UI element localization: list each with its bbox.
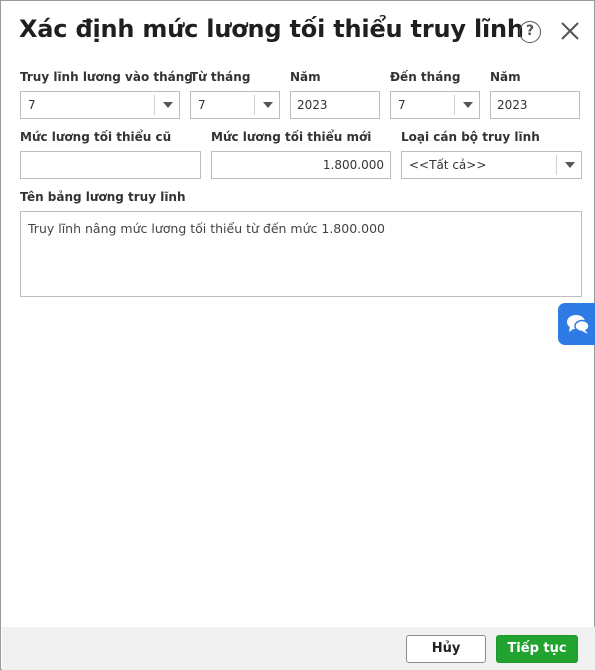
close-icon[interactable] [558,19,582,43]
staff-type-label: Loại cán bộ truy lĩnh [401,130,540,144]
to-month-select[interactable]: 7 [390,91,480,119]
to-year-label: Năm [490,70,521,84]
chat-widget-button[interactable] [558,303,595,345]
chevron-down-icon[interactable] [454,95,479,115]
from-year-label: Năm [290,70,321,84]
to-month-value: 7 [398,98,406,112]
staff-type-select[interactable]: <<Tất cả>> [401,151,582,179]
to-year-input[interactable]: 2023 [490,91,580,119]
table-name-textarea[interactable]: Truy lĩnh nâng mức lương tối thiểu từ đế… [20,211,582,297]
to-month-label: Đến tháng [390,70,461,84]
new-min-salary-label: Mức lương tối thiểu mới [211,130,372,144]
from-month-select[interactable]: 7 [190,91,280,119]
pay-month-label: Truy lĩnh lương vào tháng [20,70,193,84]
dialog: Xác định mức lương tối thiểu truy lĩnh ?… [0,0,595,670]
table-name-label: Tên bảng lương truy lĩnh [20,190,186,204]
chevron-down-icon[interactable] [154,95,179,115]
help-icon[interactable]: ? [519,21,541,43]
pay-month-value: 7 [28,98,36,112]
continue-button[interactable]: Tiếp tục [496,635,578,663]
chevron-down-icon[interactable] [556,155,581,175]
from-month-value: 7 [198,98,206,112]
from-month-label: Từ tháng [190,70,251,84]
old-min-salary-input[interactable] [20,151,201,179]
chat-bubbles-icon [567,315,590,334]
pay-month-select[interactable]: 7 [20,91,180,119]
dialog-title: Xác định mức lương tối thiểu truy lĩnh [19,15,524,43]
chevron-down-icon[interactable] [254,95,279,115]
from-year-input[interactable]: 2023 [290,91,380,119]
cancel-button[interactable]: Hủy [406,635,486,663]
old-min-salary-label: Mức lương tối thiểu cũ [20,130,172,144]
staff-type-value: <<Tất cả>> [409,158,487,172]
new-min-salary-input[interactable]: 1.800.000 [211,151,391,179]
